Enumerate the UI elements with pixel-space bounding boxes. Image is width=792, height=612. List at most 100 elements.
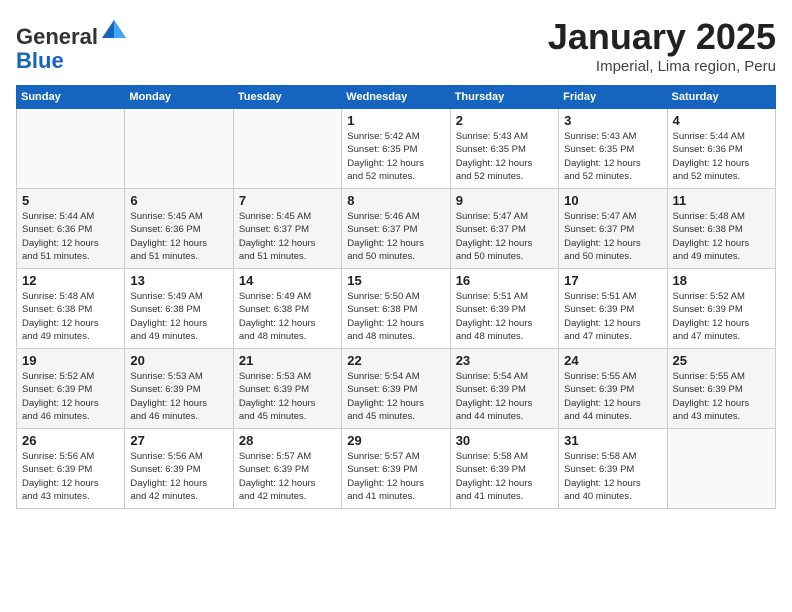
calendar-subtitle: Imperial, Lima region, Peru xyxy=(548,58,776,75)
calendar-cell: 16 Sunrise: 5:51 AMSunset: 6:39 PMDayligh… xyxy=(450,269,558,349)
day-info: Sunrise: 5:50 AMSunset: 6:38 PMDaylight:… xyxy=(347,290,444,343)
day-info: Sunrise: 5:57 AMSunset: 6:39 PMDaylight:… xyxy=(239,450,336,503)
day-number: 8 xyxy=(347,193,444,208)
calendar-cell: 15 Sunrise: 5:50 AMSunset: 6:38 PMDayligh… xyxy=(342,269,450,349)
calendar-cell: 21 Sunrise: 5:53 AMSunset: 6:39 PMDayligh… xyxy=(233,349,341,429)
day-number: 23 xyxy=(456,353,553,368)
calendar-cell: 31Sunrise: 5:58 AMSunset: 6:39 PMDayligh… xyxy=(559,429,667,509)
logo-icon xyxy=(100,16,128,44)
calendar-table: SundayMondayTuesdayWednesdayThursdayFrid… xyxy=(16,85,776,509)
day-header-sunday: Sunday xyxy=(17,86,125,109)
day-number: 30 xyxy=(456,433,553,448)
day-info: Sunrise: 5:46 AMSunset: 6:37 PMDaylight:… xyxy=(347,210,444,263)
day-header-wednesday: Wednesday xyxy=(342,86,450,109)
calendar-cell: 27 Sunrise: 5:56 AMSunset: 6:39 PMDayligh… xyxy=(125,429,233,509)
day-number: 2 xyxy=(456,113,553,128)
day-number: 25 xyxy=(673,353,770,368)
day-number: 1 xyxy=(347,113,444,128)
calendar-cell: 3Sunrise: 5:43 AMSunset: 6:35 PMDaylight… xyxy=(559,109,667,189)
day-info: Sunrise: 5:56 AMSunset: 6:39 PMDaylight:… xyxy=(130,450,227,503)
calendar-cell: 28 Sunrise: 5:57 AMSunset: 6:39 PMDayligh… xyxy=(233,429,341,509)
calendar-cell: 8 Sunrise: 5:46 AMSunset: 6:37 PMDaylight… xyxy=(342,189,450,269)
day-number: 18 xyxy=(673,273,770,288)
day-info: Sunrise: 5:52 AMSunset: 6:39 PMDaylight:… xyxy=(22,370,119,423)
day-info: Sunrise: 5:56 AMSunset: 6:39 PMDaylight:… xyxy=(22,450,119,503)
day-info: Sunrise: 5:45 AMSunset: 6:36 PMDaylight:… xyxy=(130,210,227,263)
day-number: 26 xyxy=(22,433,119,448)
calendar-body: 1Sunrise: 5:42 AMSunset: 6:35 PMDaylight… xyxy=(17,109,776,509)
day-number: 9 xyxy=(456,193,553,208)
logo-general-text: General xyxy=(16,24,98,49)
calendar-cell: 29 Sunrise: 5:57 AMSunset: 6:39 PMDayligh… xyxy=(342,429,450,509)
calendar-cell: 22 Sunrise: 5:54 AMSunset: 6:39 PMDayligh… xyxy=(342,349,450,429)
day-info: Sunrise: 5:58 AMSunset: 6:39 PMDaylight:… xyxy=(564,450,661,503)
day-info: Sunrise: 5:51 AMSunset: 6:39 PMDaylight:… xyxy=(456,290,553,343)
week-row-2: 5Sunrise: 5:44 AMSunset: 6:36 PMDaylight… xyxy=(17,189,776,269)
day-number: 17 xyxy=(564,273,661,288)
day-header-saturday: Saturday xyxy=(667,86,775,109)
day-info: Sunrise: 5:54 AMSunset: 6:39 PMDaylight:… xyxy=(347,370,444,423)
day-info: Sunrise: 5:55 AMSunset: 6:39 PMDaylight:… xyxy=(564,370,661,423)
calendar-cell: 1Sunrise: 5:42 AMSunset: 6:35 PMDaylight… xyxy=(342,109,450,189)
calendar-cell: 4 Sunrise: 5:44 AMSunset: 6:36 PMDaylight… xyxy=(667,109,775,189)
calendar-cell: 9 Sunrise: 5:47 AMSunset: 6:37 PMDaylight… xyxy=(450,189,558,269)
day-number: 29 xyxy=(347,433,444,448)
day-info: Sunrise: 5:48 AMSunset: 6:38 PMDaylight:… xyxy=(22,290,119,343)
day-number: 15 xyxy=(347,273,444,288)
day-number: 27 xyxy=(130,433,227,448)
day-number: 22 xyxy=(347,353,444,368)
calendar-cell: 17 Sunrise: 5:51 AMSunset: 6:39 PMDayligh… xyxy=(559,269,667,349)
day-number: 21 xyxy=(239,353,336,368)
day-number: 28 xyxy=(239,433,336,448)
calendar-cell xyxy=(667,429,775,509)
calendar-cell: 24 Sunrise: 5:55 AMSunset: 6:39 PMDayligh… xyxy=(559,349,667,429)
day-header-thursday: Thursday xyxy=(450,86,558,109)
day-info: Sunrise: 5:47 AMSunset: 6:37 PMDaylight:… xyxy=(456,210,553,263)
week-row-3: 12 Sunrise: 5:48 AMSunset: 6:38 PMDayligh… xyxy=(17,269,776,349)
week-row-1: 1Sunrise: 5:42 AMSunset: 6:35 PMDaylight… xyxy=(17,109,776,189)
day-info: Sunrise: 5:44 AMSunset: 6:36 PMDaylight:… xyxy=(673,130,770,183)
day-number: 19 xyxy=(22,353,119,368)
calendar-cell: 26 Sunrise: 5:56 AMSunset: 6:39 PMDayligh… xyxy=(17,429,125,509)
logo: General Blue xyxy=(16,16,128,73)
calendar-cell: 12 Sunrise: 5:48 AMSunset: 6:38 PMDayligh… xyxy=(17,269,125,349)
day-info: Sunrise: 5:58 AMSunset: 6:39 PMDaylight:… xyxy=(456,450,553,503)
day-info: Sunrise: 5:49 AMSunset: 6:38 PMDaylight:… xyxy=(239,290,336,343)
calendar-cell: 30 Sunrise: 5:58 AMSunset: 6:39 PMDayligh… xyxy=(450,429,558,509)
calendar-cell: 6 Sunrise: 5:45 AMSunset: 6:36 PMDaylight… xyxy=(125,189,233,269)
calendar-title: January 2025 xyxy=(548,16,776,58)
day-info: Sunrise: 5:49 AMSunset: 6:38 PMDaylight:… xyxy=(130,290,227,343)
day-number: 13 xyxy=(130,273,227,288)
calendar-cell xyxy=(125,109,233,189)
day-number: 11 xyxy=(673,193,770,208)
day-number: 12 xyxy=(22,273,119,288)
day-number: 10 xyxy=(564,193,661,208)
day-number: 6 xyxy=(130,193,227,208)
calendar-cell: 7 Sunrise: 5:45 AMSunset: 6:37 PMDaylight… xyxy=(233,189,341,269)
day-number: 24 xyxy=(564,353,661,368)
calendar-cell: 10 Sunrise: 5:47 AMSunset: 6:37 PMDayligh… xyxy=(559,189,667,269)
calendar-cell: 19 Sunrise: 5:52 AMSunset: 6:39 PMDayligh… xyxy=(17,349,125,429)
day-number: 7 xyxy=(239,193,336,208)
day-info: Sunrise: 5:44 AMSunset: 6:36 PMDaylight:… xyxy=(22,210,119,263)
header: General Blue January 2025 Imperial, Lima… xyxy=(16,16,776,75)
week-row-5: 26 Sunrise: 5:56 AMSunset: 6:39 PMDayligh… xyxy=(17,429,776,509)
day-info: Sunrise: 5:53 AMSunset: 6:39 PMDaylight:… xyxy=(239,370,336,423)
week-row-4: 19 Sunrise: 5:52 AMSunset: 6:39 PMDayligh… xyxy=(17,349,776,429)
day-info: Sunrise: 5:55 AMSunset: 6:39 PMDaylight:… xyxy=(673,370,770,423)
day-info: Sunrise: 5:52 AMSunset: 6:39 PMDaylight:… xyxy=(673,290,770,343)
days-header-row: SundayMondayTuesdayWednesdayThursdayFrid… xyxy=(17,86,776,109)
day-info: Sunrise: 5:57 AMSunset: 6:39 PMDaylight:… xyxy=(347,450,444,503)
day-header-tuesday: Tuesday xyxy=(233,86,341,109)
day-number: 16 xyxy=(456,273,553,288)
calendar-cell: 25 Sunrise: 5:55 AMSunset: 6:39 PMDayligh… xyxy=(667,349,775,429)
day-info: Sunrise: 5:51 AMSunset: 6:39 PMDaylight:… xyxy=(564,290,661,343)
calendar-cell: 2 Sunrise: 5:43 AMSunset: 6:35 PMDaylight… xyxy=(450,109,558,189)
day-number: 4 xyxy=(673,113,770,128)
day-info: Sunrise: 5:43 AMSunset: 6:35 PMDaylight:… xyxy=(456,130,553,183)
day-header-friday: Friday xyxy=(559,86,667,109)
day-info: Sunrise: 5:45 AMSunset: 6:37 PMDaylight:… xyxy=(239,210,336,263)
day-info: Sunrise: 5:47 AMSunset: 6:37 PMDaylight:… xyxy=(564,210,661,263)
calendar-cell: 23Sunrise: 5:54 AMSunset: 6:39 PMDayligh… xyxy=(450,349,558,429)
calendar-cell: 14Sunrise: 5:49 AMSunset: 6:38 PMDayligh… xyxy=(233,269,341,349)
